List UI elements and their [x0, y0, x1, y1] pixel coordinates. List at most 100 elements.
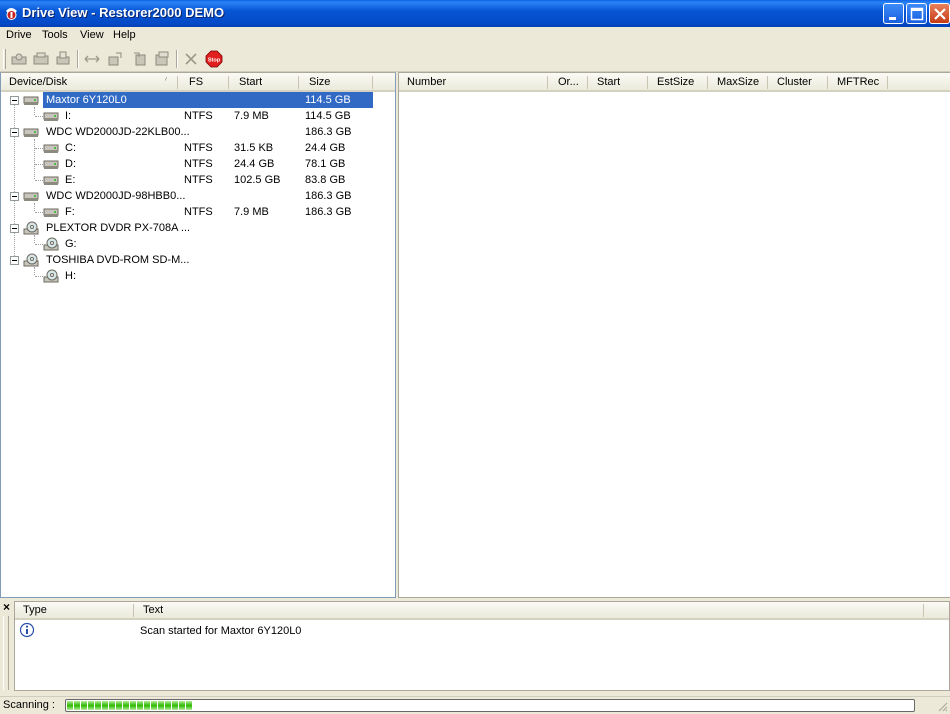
column-mftrec[interactable]: MFTRec [837, 76, 879, 88]
partition-start: 7.9 MB [234, 110, 269, 122]
device-row-wdc-1[interactable]: WDC WD2000JD-22KLB00... 186.3 GB [1, 124, 395, 140]
log-panel: × Type Text Scan started for Maxtor 6Y12… [0, 598, 950, 694]
column-start[interactable]: Start [597, 76, 620, 88]
collapse-toggle[interactable] [10, 224, 19, 233]
minimize-button[interactable] [883, 3, 904, 24]
stop-label: Stop [208, 58, 221, 64]
menu-drive[interactable]: Drive [6, 29, 32, 41]
partition-size: 24.4 GB [305, 142, 346, 154]
save-button[interactable] [32, 50, 50, 68]
progress-block [74, 701, 80, 710]
collapse-toggle[interactable] [10, 192, 19, 201]
partition-row-f[interactable]: F: NTFS 7.9 MB 186.3 GB [1, 204, 395, 220]
column-text[interactable]: Text [143, 604, 163, 616]
open-disk-icon [11, 53, 27, 65]
delete-icon [185, 53, 197, 65]
column-origin[interactable]: Or... [558, 76, 579, 88]
partition-fs: NTFS [184, 110, 213, 122]
progress-fill [67, 701, 913, 710]
app-window: Drive View - Restorer2000 DEMO Drive Too… [0, 0, 950, 714]
column-divider[interactable] [767, 76, 768, 89]
title-bar[interactable]: Drive View - Restorer2000 DEMO [0, 0, 950, 27]
column-divider[interactable] [298, 76, 299, 89]
column-fs[interactable]: FS [189, 76, 203, 88]
column-divider[interactable] [547, 76, 548, 89]
column-start[interactable]: Start [239, 76, 262, 88]
resize-grip-icon[interactable] [936, 700, 948, 712]
export-button[interactable] [106, 50, 124, 68]
partition-icon [43, 208, 59, 217]
copy-button[interactable] [153, 50, 171, 68]
partition-name: I: [65, 110, 72, 122]
print-button[interactable] [54, 50, 72, 68]
progress-block [116, 701, 122, 710]
column-estsize[interactable]: EstSize [657, 76, 694, 88]
device-row-wdc-2[interactable]: WDC WD2000JD-98HBB0... 186.3 GB [1, 188, 395, 204]
drive-row-g[interactable]: G: [1, 236, 395, 252]
print-icon [56, 51, 70, 65]
column-divider[interactable] [177, 76, 178, 89]
import-button[interactable] [131, 50, 149, 68]
open-disk-button[interactable] [10, 50, 28, 68]
column-divider[interactable] [707, 76, 708, 89]
menu-help[interactable]: Help [113, 29, 136, 41]
column-device-disk[interactable]: Device/Disk [9, 76, 67, 88]
drive-row-h[interactable]: H: [1, 268, 395, 284]
partition-size: 186.3 GB [305, 206, 352, 218]
toolbar-grip[interactable] [3, 49, 6, 69]
partition-row-i[interactable]: I: NTFS 7.9 MB 114.5 GB [1, 108, 395, 124]
column-size[interactable]: Size [309, 76, 330, 88]
partition-row-e[interactable]: E: NTFS 102.5 GB 83.8 GB [1, 172, 395, 188]
stop-button[interactable]: Stop [205, 50, 223, 68]
column-cluster[interactable]: Cluster [777, 76, 812, 88]
partition-start: 102.5 GB [234, 174, 281, 186]
collapse-toggle[interactable] [10, 96, 19, 105]
device-name: TOSHIBA DVD-ROM SD-M... [46, 254, 190, 266]
device-size: 186.3 GB [305, 126, 352, 138]
import-icon [134, 52, 146, 66]
column-divider[interactable] [587, 76, 588, 89]
results-pane: Number Or... Start EstSize MaxSize Clust… [398, 72, 950, 598]
column-divider[interactable] [827, 76, 828, 89]
device-size: 186.3 GB [305, 190, 352, 202]
drive-name: H: [65, 270, 76, 282]
tree-line [35, 164, 43, 165]
menu-view[interactable]: View [80, 29, 104, 41]
close-icon [934, 8, 946, 20]
column-divider[interactable] [228, 76, 229, 89]
progress-block [151, 701, 157, 710]
progress-block [102, 701, 108, 710]
menu-tools[interactable]: Tools [42, 29, 68, 41]
partition-size: 114.5 GB [305, 110, 351, 122]
collapse-toggle[interactable] [10, 256, 19, 265]
maximize-button[interactable] [906, 3, 927, 24]
scan-progress-bar [65, 699, 915, 712]
collapse-toggle[interactable] [10, 128, 19, 137]
column-divider[interactable] [647, 76, 648, 89]
log-grip[interactable] [3, 616, 9, 690]
partition-row-d[interactable]: D: NTFS 24.4 GB 78.1 GB [1, 156, 395, 172]
log-entry[interactable]: Scan started for Maxtor 6Y120L0 [15, 622, 949, 638]
close-button[interactable] [929, 3, 950, 24]
column-divider[interactable] [887, 76, 888, 89]
device-row-plextor[interactable]: PLEXTOR DVDR PX-708A ... [1, 220, 395, 236]
progress-block [165, 701, 171, 710]
log-close-button[interactable]: × [3, 600, 10, 614]
column-type[interactable]: Type [23, 604, 47, 616]
device-row-maxtor[interactable]: Maxtor 6Y120L0 114.5 GB [1, 92, 395, 108]
column-number[interactable]: Number [407, 76, 446, 88]
partition-name: E: [65, 174, 76, 186]
partition-name: C: [65, 142, 76, 154]
column-divider[interactable] [923, 604, 924, 617]
swap-button[interactable] [83, 50, 101, 68]
progress-block [81, 701, 87, 710]
progress-block [88, 701, 94, 710]
column-divider[interactable] [133, 604, 134, 617]
column-maxsize[interactable]: MaxSize [717, 76, 759, 88]
column-divider[interactable] [372, 76, 373, 89]
device-row-toshiba[interactable]: TOSHIBA DVD-ROM SD-M... [1, 252, 395, 268]
partition-start: 31.5 KB [234, 142, 274, 154]
partition-size: 83.8 GB [305, 174, 346, 186]
partition-row-c[interactable]: C: NTFS 31.5 KB 24.4 GB [1, 140, 395, 156]
delete-button[interactable] [182, 50, 200, 68]
